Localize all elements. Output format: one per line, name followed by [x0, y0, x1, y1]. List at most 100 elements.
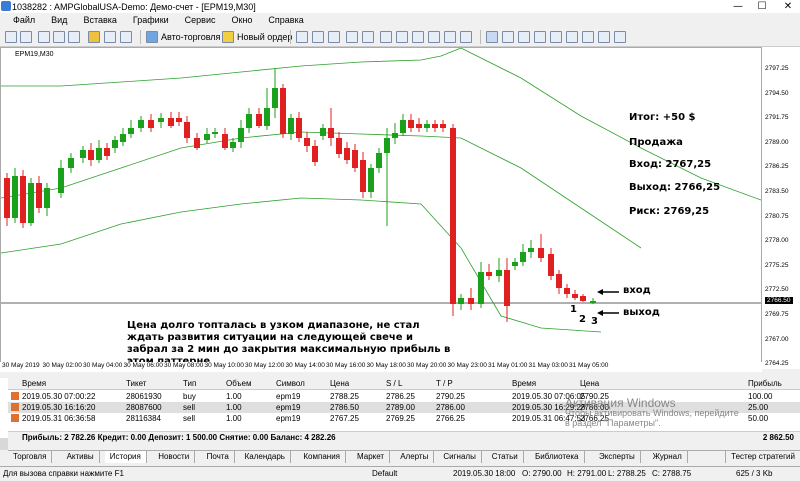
candle-body [80, 150, 86, 158]
menu-file[interactable]: Файл [13, 15, 35, 25]
channel-icon[interactable] [566, 30, 578, 44]
label-icon[interactable] [614, 30, 626, 44]
history-column-header[interactable]: Объем [226, 379, 252, 388]
candle-body [440, 124, 446, 128]
history-column-header[interactable]: Тип [183, 379, 196, 388]
history-column-header[interactable]: Символ [276, 379, 305, 388]
zoom-out-icon[interactable] [362, 30, 374, 44]
history-cell: sell [183, 414, 196, 423]
tab-3[interactable]: Новости [153, 451, 196, 463]
entry-arrowhead-icon [597, 289, 603, 295]
tab-0[interactable]: Торговля [8, 451, 53, 463]
tile-icon[interactable] [380, 30, 392, 44]
autotrade-button[interactable]: Авто-торговля [146, 30, 220, 44]
data-window-icon[interactable] [53, 30, 65, 44]
time-label: 31 May 01:00 [488, 362, 528, 369]
candle-body [120, 134, 126, 142]
trendline-icon[interactable] [550, 30, 562, 44]
tab-8[interactable]: Алерты [395, 451, 435, 463]
vertical-line-icon[interactable] [518, 30, 530, 44]
tab-13[interactable]: Журнал [648, 451, 688, 463]
menu-tools[interactable]: Сервис [185, 15, 216, 25]
chart-shift-icon[interactable] [412, 30, 424, 44]
candle-body [478, 272, 484, 304]
band-lower [1, 197, 602, 333]
candle-body [58, 168, 64, 193]
new-chart-icon[interactable] [5, 30, 17, 44]
history-column-header[interactable]: Время [22, 379, 46, 388]
menu-bar: Файл Вид Вставка Графики Сервис Окно Спр… [0, 13, 800, 27]
history-cell: epm19 [276, 392, 301, 401]
history-column-header[interactable]: Тикет [126, 379, 146, 388]
candle-body [336, 138, 342, 154]
history-column-header[interactable]: Время [512, 379, 536, 388]
menu-view[interactable]: Вид [51, 15, 67, 25]
status-high: H: 2791.00 [567, 469, 607, 478]
line-chart-icon[interactable] [328, 30, 340, 44]
candle-body [28, 183, 34, 223]
close-button[interactable]: ✕ [776, 0, 800, 13]
profiles-icon[interactable] [20, 30, 32, 44]
time-label: 30 May 18:00 [366, 362, 406, 369]
price-chart[interactable]: EPM19,M30 Итог: +50 $ Продажа Вход: 2767… [0, 47, 762, 369]
toolbar: Авто-торговля Новый ордер [0, 27, 800, 47]
candle-body [246, 114, 252, 128]
crosshair-icon[interactable] [502, 30, 514, 44]
time-label: 30 May 2019 [2, 362, 40, 369]
time-label: 30 May 20:00 [407, 362, 447, 369]
history-cell: 50.00 [748, 414, 769, 423]
time-label: 31 May 03:00 [528, 362, 568, 369]
history-column-header[interactable]: Цена [330, 379, 349, 388]
menu-help[interactable]: Справка [268, 15, 303, 25]
history-column-header[interactable]: S / L [386, 379, 402, 388]
tab-12[interactable]: Эксперты [594, 451, 641, 463]
tab-2[interactable]: История [104, 451, 147, 463]
history-cell: 2788.25 [330, 392, 359, 401]
maximize-button[interactable]: ☐ [750, 0, 774, 13]
candle-chart-icon[interactable] [312, 30, 324, 44]
navigator-icon[interactable] [68, 30, 80, 44]
candle-body [556, 274, 562, 288]
history-column-header[interactable]: Цена [580, 379, 599, 388]
options-icon[interactable] [120, 30, 132, 44]
annotation-note: Цена долго топталась в узком диапазоне, … [127, 320, 451, 367]
tools-icon[interactable] [88, 30, 100, 44]
search-icon[interactable] [104, 30, 116, 44]
candle-body [296, 118, 302, 138]
indicators-icon[interactable] [428, 30, 440, 44]
tab-10[interactable]: Статьи [487, 451, 524, 463]
new-order-button[interactable]: Новый ордер [222, 30, 292, 44]
cursor-icon[interactable] [486, 30, 498, 44]
tab-1[interactable]: Активы [62, 451, 100, 463]
candle-body [376, 153, 382, 168]
tab-11[interactable]: Библиотека [530, 451, 585, 463]
tab-9[interactable]: Сигналы [438, 451, 482, 463]
price-label: 2789.00 [765, 138, 789, 146]
candle-body [496, 270, 502, 276]
history-column-header[interactable]: T / P [436, 379, 453, 388]
tab-6[interactable]: Компания [298, 451, 346, 463]
templates-icon[interactable] [460, 30, 472, 44]
menu-charts[interactable]: Графики [133, 15, 169, 25]
candle-body [194, 138, 200, 148]
bar-chart-icon[interactable] [296, 30, 308, 44]
history-column-header[interactable]: Прибыль [748, 379, 782, 388]
minimize-button[interactable]: — [726, 0, 750, 13]
text-icon[interactable] [598, 30, 610, 44]
market-watch-icon[interactable] [38, 30, 50, 44]
tab-strategy-tester[interactable]: Тестер стратегий [725, 451, 800, 463]
tab-4[interactable]: Почта [202, 451, 235, 463]
time-label: 30 May 16:00 [326, 362, 366, 369]
periods-icon[interactable] [444, 30, 456, 44]
menu-window[interactable]: Окно [232, 15, 253, 25]
horizontal-line-icon[interactable] [534, 30, 546, 44]
annotation-direction: Продажа [629, 137, 683, 148]
tab-7[interactable]: Маркет [352, 451, 391, 463]
zoom-in-icon[interactable] [346, 30, 358, 44]
fibo-icon[interactable] [582, 30, 594, 44]
status-help: Для вызова справки нажмите F1 [3, 469, 124, 478]
tab-5[interactable]: Календарь [240, 451, 291, 463]
autoscroll-icon[interactable] [396, 30, 408, 44]
price-label: 2780.75 [765, 212, 789, 220]
menu-insert[interactable]: Вставка [83, 15, 116, 25]
